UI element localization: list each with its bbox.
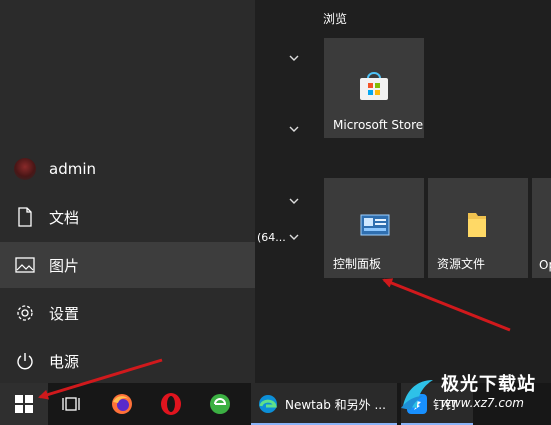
user-account-item[interactable]: admin [0,146,255,192]
windows-logo-icon [15,395,33,413]
user-avatar [13,157,37,181]
opera-icon [161,393,181,415]
rail-item-power[interactable]: 电源 [0,338,255,384]
aurora-logo-icon [401,380,433,410]
tile-opera-partial[interactable]: Op [532,178,551,278]
rail-item-pictures[interactable]: 图片 [0,242,255,288]
task-view-button[interactable] [52,383,90,425]
rail-label-power: 电源 [49,352,80,371]
watermark: 极光下载站 www.xz7.com [395,366,545,422]
start-left-rail: admin 文档 图片 设置 电源 [0,0,255,383]
rail-item-settings[interactable]: 设置 [0,290,255,336]
store-icon [358,72,390,106]
rail-item-documents[interactable]: 文档 [0,194,255,240]
watermark-url: www.xz7.com [441,396,524,410]
app-list-partial-text: (64... [257,231,286,244]
document-icon [13,205,37,229]
chevron-down-icon[interactable] [287,232,301,242]
tile-label-control-panel: 控制面板 [333,257,382,271]
taskbar-window-edge-label: Newtab 和另外 ... [285,397,386,412]
gear-icon [13,301,37,325]
rail-label-documents: 文档 [49,208,80,227]
tile-label-resource-files: 资源文件 [437,257,486,271]
taskbar-opera[interactable] [152,383,190,425]
tile-control-panel[interactable]: 控制面板 [324,178,424,278]
control-panel-icon [360,214,390,242]
tile-group-title: 浏览 [323,12,348,26]
edge-icon [259,395,277,413]
power-icon [13,349,37,373]
watermark-title: 极光下载站 [441,374,536,395]
tile-microsoft-store[interactable]: Microsoft Store [324,38,424,138]
tile-label-opera: Op [539,258,551,272]
user-name: admin [49,160,96,178]
tile-label-store: Microsoft Store [333,118,424,132]
folder-icon [466,211,488,243]
task-view-icon [62,397,80,411]
green-browser-icon [210,394,230,414]
taskbar-window-edge[interactable]: Newtab 和另外 ... [251,383,397,425]
chevron-down-icon[interactable] [287,196,301,206]
rail-label-settings: 设置 [49,304,80,323]
rail-label-pictures: 图片 [49,256,80,275]
chevron-down-icon[interactable] [287,53,301,63]
start-button[interactable] [0,383,48,425]
pictures-icon [13,253,37,277]
taskbar-firefox[interactable] [103,383,141,425]
taskbar-green-browser[interactable] [201,383,239,425]
tile-resource-files[interactable]: 资源文件 [428,178,528,278]
firefox-icon [112,394,132,414]
chevron-down-icon[interactable] [287,124,301,134]
